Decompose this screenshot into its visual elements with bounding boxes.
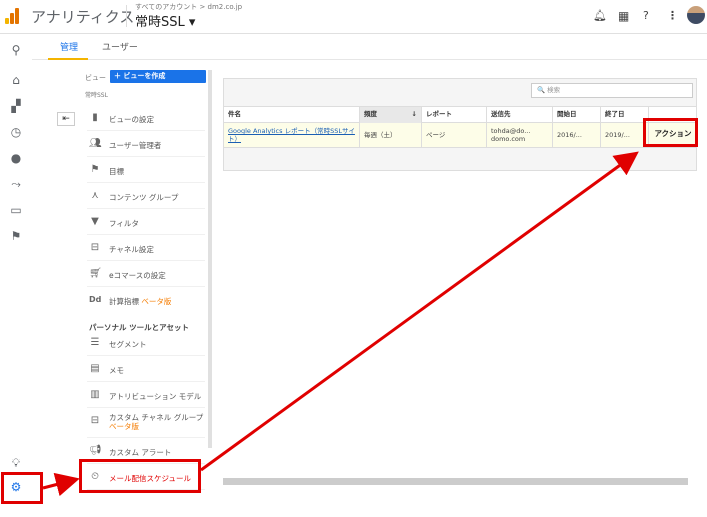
analytics-admin-screen: アナリティクス すべてのアカウント > dm2.co.jp 常時SSL ▾ 🔔︎… <box>0 0 707 517</box>
arrow-to-scheduled-emails <box>42 472 80 497</box>
arrow-to-action-button <box>200 151 639 472</box>
annotation-arrows <box>42 151 639 497</box>
